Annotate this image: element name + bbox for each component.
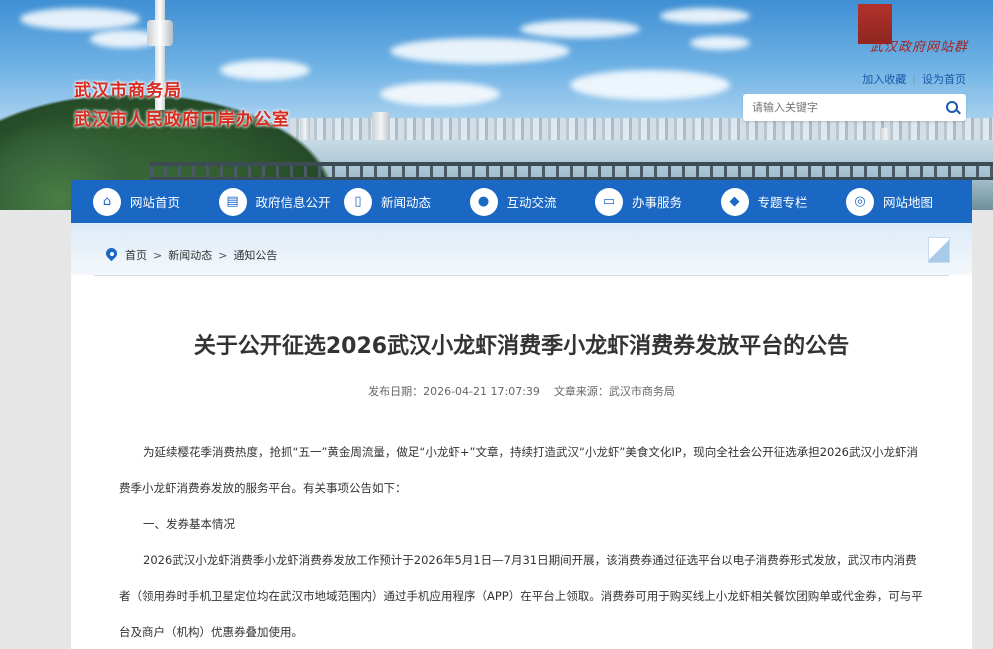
- breadcrumb: 首页 > 新闻动态 > 通知公告: [106, 247, 277, 263]
- site-group-logo: 武汉政府网站群: [870, 40, 969, 55]
- home-icon: ⌂: [93, 187, 121, 216]
- top-links: 加入收藏 | 设为首页: [862, 71, 966, 87]
- article-source: 武汉市商务局: [608, 385, 675, 398]
- cloud-decoration: [390, 38, 570, 64]
- cloud-decoration: [220, 60, 310, 80]
- publish-date-label: 发布日期：: [368, 385, 424, 398]
- nav-item-topics[interactable]: ◆ 专题专栏: [720, 187, 847, 216]
- breadcrumb-home[interactable]: 首页: [125, 247, 147, 263]
- nav-item-gov-info[interactable]: ▤ 政府信息公开: [218, 187, 345, 216]
- cloud-decoration: [380, 82, 500, 106]
- nav-item-sitemap[interactable]: ◎ 网站地图: [846, 187, 972, 216]
- content-panel: 首页 > 新闻动态 > 通知公告 关于公开征选2026武汉小龙虾消费季小龙虾消费…: [71, 223, 972, 649]
- nav-item-services[interactable]: ▭ 办事服务: [595, 187, 721, 216]
- breadcrumb-news[interactable]: 新闻动态: [168, 247, 212, 263]
- breadcrumb-separator: >: [153, 248, 163, 262]
- nav-label: 办事服务: [632, 195, 683, 210]
- article-body: 为延续樱花季消费热度，抢抓“五一”黄金周流量，做足“小龙虾+”文章，持续打造武汉…: [119, 434, 925, 649]
- globe-icon: ◎: [846, 187, 874, 216]
- search-box: [743, 94, 966, 121]
- main-nav: ⌂ 网站首页 ▤ 政府信息公开 ▯ 新闻动态 ● 互动交流 ▭ 办事服务 ◆ 专…: [71, 180, 972, 223]
- book-icon: ▯: [344, 187, 372, 216]
- chat-icon: ●: [469, 187, 498, 216]
- cloud-decoration: [20, 8, 140, 30]
- org-name-commerce-bureau[interactable]: 武汉市商务局: [74, 76, 182, 101]
- divider: [94, 275, 949, 276]
- org-name-port-office[interactable]: 武汉市人民政府口岸办公室: [74, 105, 290, 130]
- tv-tower-head: [147, 20, 173, 46]
- monitor-icon: ▭: [595, 187, 623, 216]
- article-paragraph: 2026武汉小龙虾消费季小龙虾消费券发放工作预计于2026年5月1日—7月31日…: [119, 553, 923, 639]
- nav-item-home[interactable]: ⌂ 网站首页: [93, 187, 219, 216]
- cloud-decoration: [660, 8, 750, 24]
- nav-label: 政府信息公开: [255, 195, 331, 210]
- cloud-decoration: [570, 70, 730, 100]
- source-label: 文章来源：: [553, 385, 609, 398]
- bridge: [150, 162, 993, 180]
- header-banner: 武汉政府网站群 武汉市商务局 武汉市人民政府口岸办公室 加入收藏 | 设为首页: [0, 0, 993, 210]
- link-separator: |: [912, 73, 916, 86]
- article-title: 关于公开征选2026武汉小龙虾消费季小龙虾消费券发放平台的公告: [193, 334, 850, 359]
- nav-label: 网站地图: [883, 195, 934, 210]
- article-meta: 发布日期：2026-04-21 17:07:39 文章来源：武汉市商务局: [71, 383, 972, 399]
- cube-icon: ◆: [720, 187, 749, 216]
- add-favorite-link[interactable]: 加入收藏: [862, 73, 906, 86]
- breadcrumb-notices[interactable]: 通知公告: [233, 247, 277, 263]
- cloud-decoration: [690, 36, 750, 50]
- nav-item-news[interactable]: ▯ 新闻动态: [344, 187, 470, 216]
- document-icon: ▤: [218, 187, 247, 216]
- breadcrumb-separator: >: [218, 248, 228, 262]
- nav-item-interaction[interactable]: ● 互动交流: [469, 187, 596, 216]
- nav-label: 互动交流: [506, 195, 557, 210]
- cloud-decoration: [520, 20, 640, 38]
- article-paragraph: 为延续樱花季消费热度，抢抓“五一”黄金周流量，做足“小龙虾+”文章，持续打造武汉…: [119, 445, 918, 495]
- set-homepage-link[interactable]: 设为首页: [922, 73, 966, 86]
- page-fold-decoration: [928, 237, 950, 263]
- search-input[interactable]: [743, 94, 938, 121]
- location-pin-icon: [106, 248, 117, 262]
- search-icon[interactable]: [938, 94, 966, 121]
- nav-label: 专题专栏: [757, 195, 808, 210]
- section-heading: 一、发券基本情况: [143, 517, 235, 531]
- nav-label: 网站首页: [130, 195, 181, 210]
- nav-label: 新闻动态: [381, 195, 432, 210]
- publish-date: 2026-04-21 17:07:39: [423, 385, 540, 398]
